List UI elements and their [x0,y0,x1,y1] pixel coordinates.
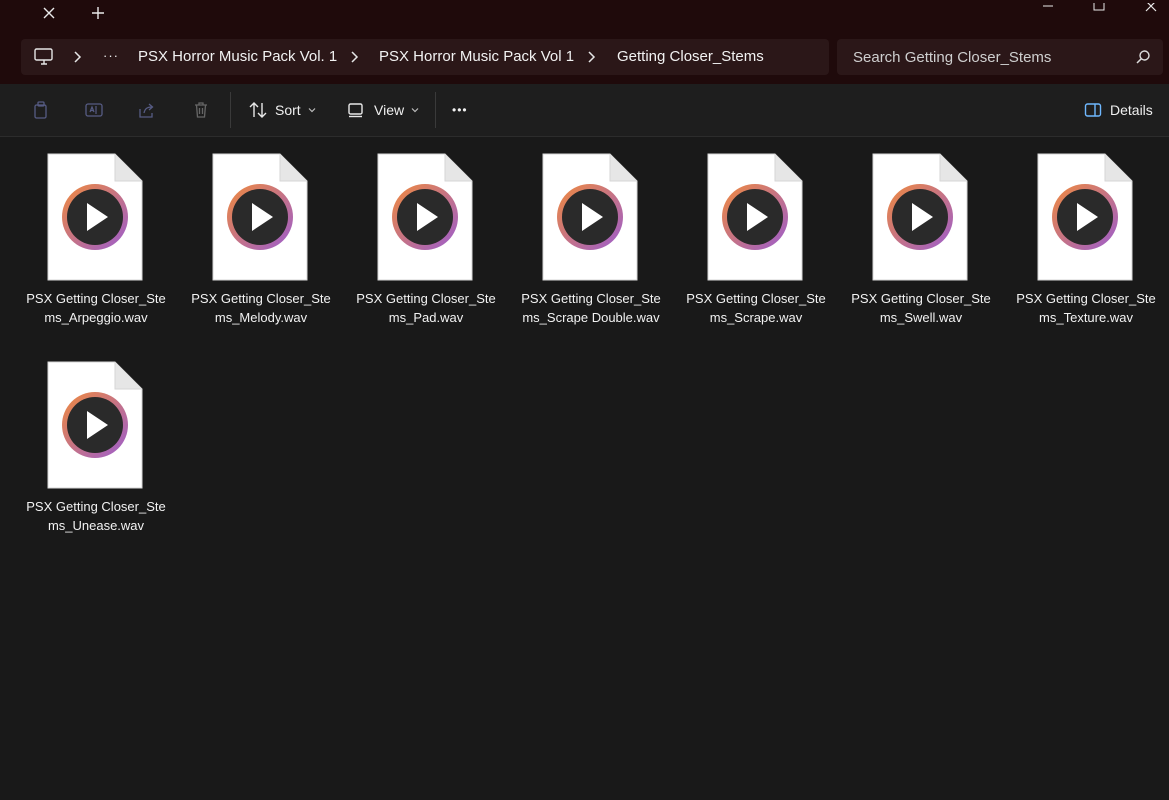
details-button[interactable]: Details [1084,96,1153,124]
maximize-icon[interactable] [1089,0,1109,11]
chevron-down-icon [411,108,419,113]
file-name: PSX Getting Closer_Stems_Texture.wav [1016,291,1156,325]
file-name: PSX Getting Closer_Stems_Scrape Double.w… [521,291,661,325]
view-label: View [374,102,405,118]
audio-file-icon [212,153,308,281]
more-options-icon: ••• [452,103,468,117]
file-name: PSX Getting Closer_Stems_Unease.wav [26,499,166,533]
more-options-button[interactable]: ••• [452,96,468,124]
file-name: PSX Getting Closer_Stems_Swell.wav [851,291,991,325]
breadcrumb-item-current[interactable]: Getting Closer_Stems [617,48,764,65]
breadcrumb-overflow[interactable]: ··· [103,47,123,67]
file-item[interactable]: PSX Getting Closer_Stems_Unease.wav [21,345,171,545]
computer-icon[interactable] [33,47,55,67]
audio-file-icon [1037,153,1133,281]
command-bar: Sort View ••• Details [0,84,1169,137]
file-name: PSX Getting Closer_Stems_Scrape.wav [686,291,826,325]
address-bar: ··· PSX Horror Music Pack Vol. 1 PSX Hor… [0,30,1169,84]
audio-file-icon [707,153,803,281]
details-label: Details [1110,102,1153,118]
details-pane-icon [1084,101,1102,119]
audio-file-icon [47,153,143,281]
search-placeholder: Search Getting Closer_Stems [853,49,1052,66]
audio-file-icon [542,153,638,281]
file-name: PSX Getting Closer_Stems_Melody.wav [191,291,331,325]
chevron-right-icon[interactable] [348,49,362,65]
file-item[interactable]: PSX Getting Closer_Stems_Swell.wav [846,137,996,337]
new-tab-icon[interactable] [87,3,109,23]
file-item[interactable]: PSX Getting Closer_Stems_Scrape Double.w… [516,137,666,337]
sort-icon [248,100,268,120]
overflow-label: ··· [103,48,119,63]
chevron-right-icon[interactable] [585,49,599,65]
breadcrumb-item-vol1-folder[interactable]: PSX Horror Music Pack Vol 1 [379,48,574,65]
file-grid: PSX Getting Closer_Stems_Arpeggio.wav PSX… [0,137,1169,800]
file-name: PSX Getting Closer_Stems_Pad.wav [356,291,496,325]
chevron-right-icon[interactable] [71,49,85,65]
search-icon[interactable] [1135,49,1151,65]
audio-file-icon [377,153,473,281]
delete-icon[interactable] [191,100,211,120]
toolbar-divider [230,92,231,128]
toolbar-divider [435,92,436,128]
chevron-down-icon [308,108,316,113]
view-button[interactable]: View [347,96,419,124]
close-icon[interactable] [1142,0,1162,12]
share-icon[interactable] [137,100,157,120]
file-item[interactable]: PSX Getting Closer_Stems_Melody.wav [186,137,336,337]
audio-file-icon [872,153,968,281]
breadcrumb[interactable]: ··· PSX Horror Music Pack Vol. 1 PSX Hor… [21,39,829,75]
copy-icon[interactable] [31,100,51,120]
minimize-icon[interactable] [1038,0,1058,10]
close-tab-icon[interactable] [38,3,60,23]
rename-icon[interactable] [84,100,104,120]
title-bar [0,0,1169,30]
sort-label: Sort [275,102,301,118]
search-input[interactable]: Search Getting Closer_Stems [837,39,1163,75]
file-item[interactable]: PSX Getting Closer_Stems_Texture.wav [1011,137,1161,337]
view-icon [347,101,365,119]
audio-file-icon [47,361,143,489]
file-item[interactable]: PSX Getting Closer_Stems_Pad.wav [351,137,501,337]
file-item[interactable]: PSX Getting Closer_Stems_Arpeggio.wav [21,137,171,337]
sort-button[interactable]: Sort [248,96,316,124]
file-item[interactable]: PSX Getting Closer_Stems_Scrape.wav [681,137,831,337]
breadcrumb-item-vol1[interactable]: PSX Horror Music Pack Vol. 1 [138,48,337,65]
file-name: PSX Getting Closer_Stems_Arpeggio.wav [26,291,166,325]
